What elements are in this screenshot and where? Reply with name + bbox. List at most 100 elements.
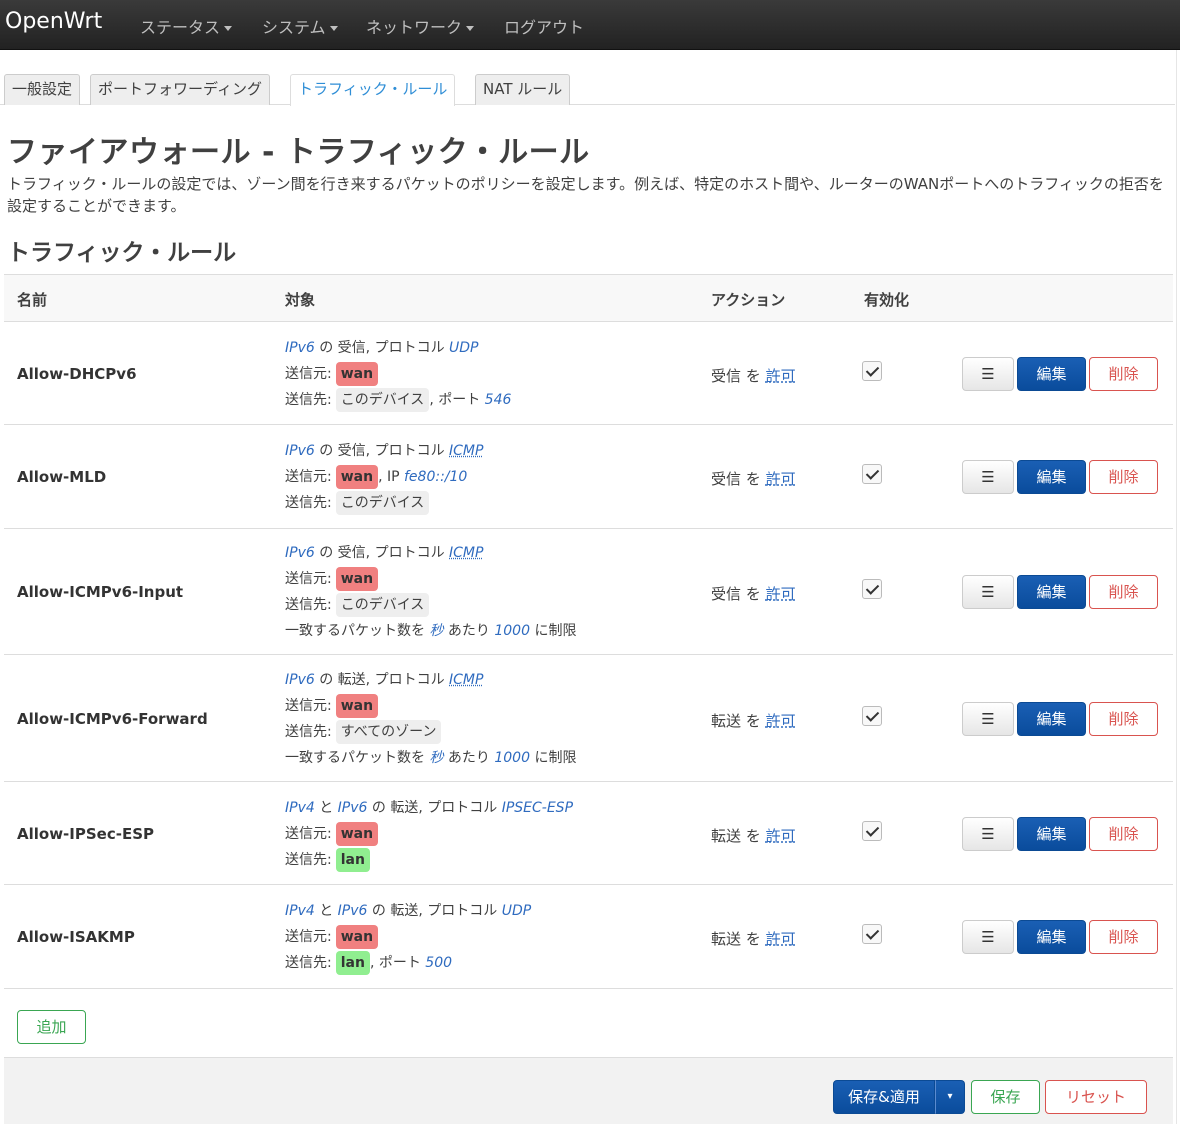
destination-label: 送信先: — [285, 391, 332, 408]
source-ip: fe80::/10 — [404, 469, 468, 485]
action-direction: 受信 — [711, 470, 742, 488]
family-sep: と — [314, 799, 338, 816]
family-a: IPv6 — [285, 443, 315, 459]
reorder-menu-button[interactable]: ☰ — [962, 816, 1014, 851]
match-line-source: 送信元: wan — [285, 566, 576, 592]
edit-button[interactable]: 編集 — [1017, 460, 1086, 494]
enabled-checkbox[interactable] — [862, 820, 882, 841]
nav-status-label: ステータス — [140, 18, 221, 37]
enabled-checkbox[interactable] — [862, 924, 882, 944]
nav-status[interactable]: ステータス — [140, 14, 233, 38]
match-line-destination: 送信先: lan, ポート 500 — [285, 950, 531, 976]
delete-button[interactable]: 削除 — [1089, 701, 1158, 736]
source-zone-badge: wan — [335, 361, 379, 386]
rule-action: 転送 を 許可 — [711, 710, 796, 731]
edit-button[interactable]: 編集 — [1017, 575, 1086, 609]
protocol: ICMP — [449, 671, 484, 688]
reorder-menu-button[interactable]: ☰ — [962, 356, 1014, 391]
reorder-menu-button[interactable]: ☰ — [962, 701, 1014, 736]
tab-port-forwarding[interactable]: ポートフォワーディング — [90, 74, 270, 105]
delete-button[interactable]: 削除 — [1089, 460, 1158, 494]
scrollbar[interactable] — [1176, 50, 1180, 1124]
reset-button[interactable]: リセット — [1045, 1080, 1147, 1114]
enabled-checkbox[interactable] — [862, 360, 882, 381]
action-verdict: 許可 — [765, 711, 796, 730]
action-verdict: 許可 — [765, 930, 796, 948]
save-apply-button[interactable]: 保存&適用 — [833, 1080, 935, 1114]
action-separator: を — [741, 470, 766, 488]
family-a: IPv4 — [285, 799, 315, 816]
source-zone-badge: wan — [335, 821, 379, 846]
rule-match: IPv6 の 受信, プロトコル ICMP 送信元: wan 送信先: このデバイス 一致… — [285, 540, 576, 644]
match-line-limit: 一致するパケット数を 秒 あたり 1000 に制限 — [285, 745, 576, 771]
section-title: トラフィック・ルール — [7, 240, 237, 266]
match-line-limit: 一致するパケット数を 秒 あたり 1000 に制限 — [285, 618, 576, 644]
source-label: 送信元: — [285, 469, 332, 485]
match-text: の 転送, プロトコル — [367, 799, 502, 816]
reorder-menu-button[interactable]: ☰ — [962, 575, 1014, 609]
protocol: IPSEC-ESP — [501, 799, 574, 816]
match-line-family: IPv6 の 受信, プロトコル ICMP — [285, 540, 576, 566]
nav-system[interactable]: システム — [262, 14, 338, 38]
chevron-down-icon — [329, 26, 338, 31]
nav-network-label: ネットワーク — [366, 18, 463, 37]
limit-text: に制限 — [530, 749, 577, 766]
edit-button[interactable]: 編集 — [1017, 701, 1086, 736]
destination-extra-label: , ポート — [429, 391, 485, 408]
family-a: IPv6 — [285, 339, 315, 356]
family-sep: と — [314, 903, 338, 919]
match-line-family: IPv4 と IPv6 の 転送, プロトコル IPSEC-ESP — [285, 795, 573, 821]
match-text: の 受信, プロトコル — [314, 339, 450, 356]
header-match: 対象 — [285, 291, 316, 309]
source-label: 送信元: — [285, 571, 332, 587]
family-b: IPv6 — [337, 903, 368, 919]
table-row: Allow-ISAKMP IPv4 と IPv6 の 転送, プロトコル UDP 送… — [4, 885, 1173, 989]
edit-button[interactable]: 編集 — [1017, 920, 1086, 954]
delete-button[interactable]: 削除 — [1089, 920, 1158, 954]
destination-label: 送信先: — [285, 495, 332, 511]
nav-system-label: システム — [262, 18, 326, 37]
destination-extra-label: , ポート — [369, 955, 426, 971]
action-direction: 転送 — [711, 711, 742, 730]
match-text: の 受信, プロトコル — [314, 545, 450, 561]
enabled-checkbox[interactable] — [862, 464, 882, 484]
action-verdict: 許可 — [765, 470, 796, 488]
rule-name: Allow-DHCPv6 — [17, 364, 137, 383]
delete-button[interactable]: 削除 — [1089, 816, 1158, 851]
limit-value: 1000 — [494, 623, 530, 639]
match-line-destination: 送信先: このデバイス — [285, 490, 483, 516]
family-b: IPv6 — [337, 799, 368, 816]
source-extra-label: , IP — [378, 469, 404, 485]
edit-button[interactable]: 編集 — [1017, 816, 1086, 851]
action-verdict: 許可 — [765, 585, 796, 603]
edit-button[interactable]: 編集 — [1017, 356, 1086, 391]
source-label: 送信元: — [285, 929, 332, 945]
reorder-menu-button[interactable]: ☰ — [962, 920, 1014, 954]
action-direction: 受信 — [711, 366, 742, 385]
match-line-destination: 送信先: このデバイス, ポート 546 — [285, 387, 511, 413]
source-label: 送信元: — [285, 697, 332, 714]
rule-name: Allow-ICMPv6-Input — [17, 583, 184, 601]
rule-action: 転送 を 許可 — [711, 825, 796, 846]
match-line-family: IPv6 の 受信, プロトコル ICMP — [285, 438, 483, 464]
delete-button[interactable]: 削除 — [1089, 356, 1158, 391]
brand-logo[interactable]: OpenWrt — [5, 9, 102, 34]
nav-network[interactable]: ネットワーク — [366, 14, 475, 38]
add-button[interactable]: 追加 — [17, 1010, 86, 1044]
tab-nat-rules[interactable]: NAT ルール — [475, 74, 571, 105]
destination-zone-badge: lan — [335, 951, 370, 975]
enabled-checkbox[interactable] — [862, 705, 882, 726]
action-separator: を — [741, 826, 766, 845]
delete-button[interactable]: 削除 — [1089, 575, 1158, 609]
match-line-source: 送信元: wan — [285, 924, 531, 950]
apply-dropdown-button[interactable]: ▾ — [935, 1080, 965, 1114]
tab-traffic-rules[interactable]: トラフィック・ルール — [290, 74, 456, 106]
table-header: 名前 対象 アクション 有効化 — [4, 274, 1173, 322]
reorder-menu-button[interactable]: ☰ — [962, 460, 1014, 494]
nav-logout[interactable]: ログアウト — [504, 14, 584, 38]
save-button[interactable]: 保存 — [971, 1080, 1040, 1114]
enabled-checkbox[interactable] — [862, 579, 882, 599]
rule-name: Allow-ICMPv6-Forward — [17, 709, 208, 728]
top-navbar: OpenWrt ステータス システム ネットワーク ログアウト — [0, 0, 1180, 50]
tab-general[interactable]: 一般設定 — [4, 74, 81, 105]
